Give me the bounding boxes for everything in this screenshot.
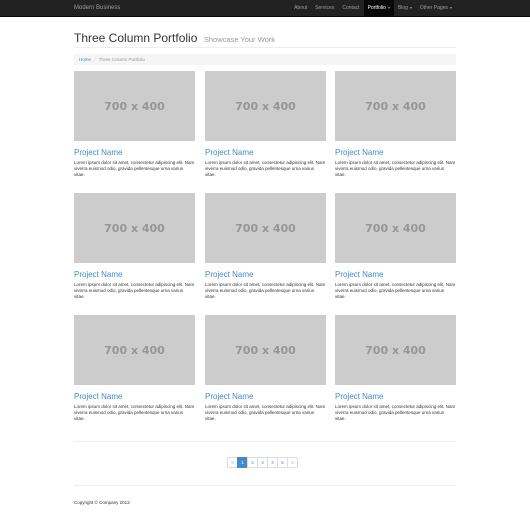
image-placeholder-label: 700 x 400: [235, 343, 296, 357]
portfolio-item: 700 x 400 Project Name Lorem ipsum dolor…: [74, 193, 195, 300]
nav-item-other-pages[interactable]: Other Pages: [416, 0, 456, 16]
portfolio-item: 700 x 400 Project Name Lorem ipsum dolor…: [205, 193, 326, 300]
project-description: Lorem ipsum dolor sit amet, consectetur …: [335, 160, 456, 177]
nav-item-blog[interactable]: Blog: [394, 0, 416, 16]
project-image[interactable]: 700 x 400: [335, 71, 456, 141]
nav-item-label: Contact: [342, 5, 360, 11]
portfolio-item: 700 x 400 Project Name Lorem ipsum dolor…: [335, 71, 456, 178]
project-title-link[interactable]: Project Name: [205, 392, 326, 402]
image-placeholder-label: 700 x 400: [104, 221, 165, 235]
page-header: Three Column Portfolio Showcase Your Wor…: [74, 29, 456, 48]
breadcrumb-home-link[interactable]: Home: [79, 57, 91, 62]
nav-item-label: Portfolio: [367, 5, 386, 11]
portfolio-item: 700 x 400 Project Name Lorem ipsum dolor…: [74, 71, 195, 178]
project-description: Lorem ipsum dolor sit amet, consectetur …: [74, 160, 195, 177]
caret-down-icon: [409, 6, 412, 9]
project-image[interactable]: 700 x 400: [74, 71, 195, 141]
image-placeholder-label: 700 x 400: [365, 221, 426, 235]
breadcrumb-current: Three Column Portfolio: [98, 57, 145, 62]
project-description: Lorem ipsum dolor sit amet, consectetur …: [74, 404, 195, 421]
portfolio-item: 700 x 400 Project Name Lorem ipsum dolor…: [335, 193, 456, 300]
image-placeholder-label: 700 x 400: [235, 221, 296, 235]
portfolio-item: 700 x 400 Project Name Lorem ipsum dolor…: [205, 315, 326, 422]
project-image[interactable]: 700 x 400: [205, 315, 326, 385]
project-description: Lorem ipsum dolor sit amet, consectetur …: [335, 404, 456, 421]
project-image[interactable]: 700 x 400: [74, 315, 195, 385]
project-title-link[interactable]: Project Name: [335, 392, 456, 402]
project-description: Lorem ipsum dolor sit amet, consectetur …: [205, 282, 326, 299]
nav-item-label: About: [294, 5, 308, 11]
project-image[interactable]: 700 x 400: [205, 193, 326, 263]
portfolio-item: 700 x 400 Project Name Lorem ipsum dolor…: [205, 71, 326, 178]
image-placeholder-label: 700 x 400: [235, 99, 296, 113]
nav-item-portfolio[interactable]: Portfolio: [363, 0, 394, 16]
divider: [74, 485, 456, 486]
project-title-link[interactable]: Project Name: [74, 392, 195, 402]
navbar-menu: About Services Contact Portfolio Blog Ot…: [290, 0, 456, 16]
image-placeholder-label: 700 x 400: [104, 343, 165, 357]
project-description: Lorem ipsum dolor sit amet, consectetur …: [205, 160, 326, 177]
nav-item-about[interactable]: About: [290, 0, 311, 16]
caret-down-icon: [450, 6, 452, 9]
project-title-link[interactable]: Project Name: [205, 270, 326, 280]
caret-down-icon: [387, 6, 390, 9]
project-title-link[interactable]: Project Name: [205, 148, 326, 158]
project-title-link[interactable]: Project Name: [335, 148, 456, 158]
project-title-link[interactable]: Project Name: [335, 270, 456, 280]
breadcrumb-separator: /: [94, 57, 96, 62]
nav-item-label: Other Pages: [419, 5, 448, 11]
divider: [74, 441, 456, 442]
footer-copyright: Copyright © Company 2013: [74, 500, 130, 505]
nav-item-contact[interactable]: Contact: [338, 0, 363, 16]
page-subtitle: Showcase Your Work: [203, 35, 275, 44]
pagination: « 1 2 3 4 5 »: [227, 457, 298, 468]
portfolio-item: 700 x 400 Project Name Lorem ipsum dolor…: [335, 315, 456, 422]
project-description: Lorem ipsum dolor sit amet, consectetur …: [205, 404, 326, 421]
project-image[interactable]: 700 x 400: [74, 193, 195, 263]
project-title-link[interactable]: Project Name: [74, 270, 195, 280]
project-image[interactable]: 700 x 400: [335, 315, 456, 385]
breadcrumb: Home / Three Column Portfolio: [74, 54, 456, 65]
project-description: Lorem ipsum dolor sit amet, consectetur …: [74, 282, 195, 299]
nav-item-label: Services: [315, 5, 335, 11]
image-placeholder-label: 700 x 400: [365, 343, 426, 357]
portfolio-item: 700 x 400 Project Name Lorem ipsum dolor…: [74, 315, 195, 422]
nav-item-services[interactable]: Services: [311, 0, 338, 16]
image-placeholder-label: 700 x 400: [365, 99, 426, 113]
project-image[interactable]: 700 x 400: [205, 71, 326, 141]
project-description: Lorem ipsum dolor sit amet, consectetur …: [335, 282, 456, 299]
navbar-brand[interactable]: Modern Business: [74, 0, 120, 16]
image-placeholder-label: 700 x 400: [104, 99, 165, 113]
pagination-next-button[interactable]: »: [287, 457, 298, 468]
project-image[interactable]: 700 x 400: [335, 193, 456, 263]
page-title: Three Column Portfolio: [74, 31, 198, 45]
navbar: Modern Business About Services Contact P…: [0, 0, 530, 17]
project-title-link[interactable]: Project Name: [74, 148, 195, 158]
nav-item-label: Blog: [397, 5, 408, 11]
